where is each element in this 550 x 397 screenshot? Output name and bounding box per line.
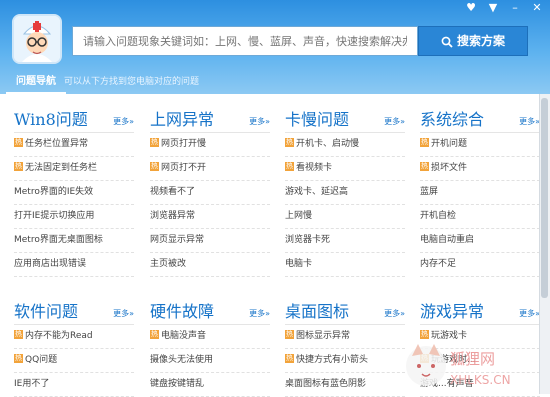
hot-badge-icon: 热 bbox=[150, 330, 159, 339]
favorite-icon[interactable]: ♥ bbox=[464, 2, 478, 14]
search-button-label: 搜索方案 bbox=[456, 34, 505, 48]
window-controls: ♥ ▼ – ✕ bbox=[464, 2, 544, 14]
tab-problem-navigation[interactable]: 问题导航 bbox=[6, 70, 66, 94]
category-title: 硬件故障 bbox=[150, 302, 215, 321]
list-item[interactable]: 热无法固定到任务栏 bbox=[14, 157, 134, 181]
search-input[interactable] bbox=[72, 26, 418, 56]
minimize-icon[interactable]: – bbox=[508, 2, 522, 14]
hot-badge-icon: 热 bbox=[150, 162, 159, 171]
more-link[interactable]: 更多» bbox=[519, 308, 540, 319]
category-title: 上网异常 bbox=[150, 110, 215, 129]
watermark-text-cn: 狐狸网 bbox=[450, 350, 495, 368]
more-link[interactable]: 更多» bbox=[384, 308, 405, 319]
watermark-text-en: XHLKS.CN bbox=[450, 373, 511, 387]
list-item[interactable]: Metro界面无桌面图标 bbox=[14, 229, 134, 253]
nav-hint-text: 可以从下方找到您电脑对应的问题 bbox=[64, 77, 200, 87]
hot-badge-icon: 热 bbox=[285, 162, 294, 171]
list-item[interactable]: 应用商店出现错误 bbox=[14, 253, 134, 277]
category-title: 卡慢问题 bbox=[285, 110, 350, 129]
list-item[interactable]: 热网页打不开 bbox=[150, 157, 270, 181]
category-system: 系统综合 更多» 热开机问题 热损坏文件 蓝屏 开机自检 电脑自动重启 内存不足 bbox=[420, 104, 540, 277]
hot-badge-icon: 热 bbox=[14, 330, 23, 339]
list-item[interactable]: 电脑卡 bbox=[285, 253, 405, 277]
list-item[interactable]: 游戏卡、延迟高 bbox=[285, 181, 405, 205]
close-icon[interactable]: ✕ bbox=[530, 2, 544, 14]
category-desktop-icons: 桌面图标 更多» 热图标显示异常 热快捷方式有小箭头 桌面图标有蓝色阴影 bbox=[285, 296, 405, 397]
category-internet: 上网异常 更多» 热网页打开慢 热网页打不开 视频看不了 浏览器异常 网页显示异常… bbox=[150, 104, 270, 277]
category-title: 桌面图标 bbox=[285, 302, 350, 321]
list-item[interactable]: 上网慢 bbox=[285, 205, 405, 229]
list-item[interactable]: 热任务栏位置异常 bbox=[14, 133, 134, 157]
list-item[interactable]: IE用不了 bbox=[14, 373, 134, 397]
list-item[interactable]: 网页显示异常 bbox=[150, 229, 270, 253]
nav-bar: 问题导航 可以从下方找到您电脑对应的问题 bbox=[0, 70, 550, 94]
category-win8: Win8问题 更多» 热任务栏位置异常 热无法固定到任务栏 Metro界面的IE失… bbox=[14, 104, 134, 277]
doctor-avatar-icon bbox=[12, 14, 62, 64]
menu-dropdown-icon[interactable]: ▼ bbox=[486, 2, 500, 14]
list-item[interactable]: 内存不足 bbox=[420, 253, 540, 277]
list-item[interactable]: 蓝屏 bbox=[420, 181, 540, 205]
hot-badge-icon: 热 bbox=[285, 138, 294, 147]
list-item[interactable]: 主页被改 bbox=[150, 253, 270, 277]
list-item[interactable]: 热电脑没声音 bbox=[150, 325, 270, 349]
list-item[interactable]: 热开机问题 bbox=[420, 133, 540, 157]
list-item[interactable]: 键盘按键错乱 bbox=[150, 373, 270, 397]
hot-badge-icon: 热 bbox=[285, 354, 294, 363]
watermark-logo: 狐狸网 XHLKS.CN bbox=[406, 344, 511, 387]
scrollbar-thumb[interactable] bbox=[541, 98, 548, 298]
list-item[interactable]: 热快捷方式有小箭头 bbox=[285, 349, 405, 373]
hot-badge-icon: 热 bbox=[420, 162, 429, 171]
app-header: ♥ ▼ – ✕ 搜索方案 问题导航 可以从下方找到您电脑对应的问题 bbox=[0, 0, 550, 94]
list-item[interactable]: 摄像头无法使用 bbox=[150, 349, 270, 373]
category-title: 系统综合 bbox=[420, 110, 485, 129]
list-item[interactable]: 打开IE提示切换应用 bbox=[14, 205, 134, 229]
list-item[interactable]: 浏览器异常 bbox=[150, 205, 270, 229]
list-item[interactable]: 热图标显示异常 bbox=[285, 325, 405, 349]
list-item[interactable]: Metro界面的IE失效 bbox=[14, 181, 134, 205]
more-link[interactable]: 更多» bbox=[113, 116, 134, 127]
category-hardware: 硬件故障 更多» 热电脑没声音 摄像头无法使用 键盘按键错乱 bbox=[150, 296, 270, 397]
search-button[interactable]: 搜索方案 bbox=[418, 26, 528, 56]
category-title: Win8问题 bbox=[14, 110, 88, 129]
category-software: 软件问题 更多» 热内存不能为Read 热 QQ问题 IE用不了 bbox=[14, 296, 134, 397]
category-slow: 卡慢问题 更多» 热开机卡、启动慢 热看视频卡 游戏卡、延迟高 上网慢 浏览器卡死… bbox=[285, 104, 405, 277]
search-icon bbox=[441, 36, 453, 48]
category-title: 软件问题 bbox=[14, 302, 79, 321]
list-item[interactable]: 热内存不能为Read bbox=[14, 325, 134, 349]
more-link[interactable]: 更多» bbox=[519, 116, 540, 127]
list-item[interactable]: 热开机卡、启动慢 bbox=[285, 133, 405, 157]
hot-badge-icon: 热 bbox=[14, 354, 23, 363]
hot-badge-icon: 热 bbox=[285, 330, 294, 339]
list-item[interactable]: 热网页打开慢 bbox=[150, 133, 270, 157]
list-item[interactable]: 电脑自动重启 bbox=[420, 229, 540, 253]
more-link[interactable]: 更多» bbox=[249, 308, 270, 319]
list-item[interactable]: 视频看不了 bbox=[150, 181, 270, 205]
more-link[interactable]: 更多» bbox=[249, 116, 270, 127]
hot-badge-icon: 热 bbox=[420, 138, 429, 147]
hot-badge-icon: 热 bbox=[14, 162, 23, 171]
category-title: 游戏异常 bbox=[420, 302, 485, 321]
more-link[interactable]: 更多» bbox=[113, 308, 134, 319]
hot-badge-icon: 热 bbox=[150, 138, 159, 147]
more-link[interactable]: 更多» bbox=[384, 116, 405, 127]
list-item[interactable]: 热看视频卡 bbox=[285, 157, 405, 181]
hot-badge-icon: 热 bbox=[14, 138, 23, 147]
list-item[interactable]: 热 QQ问题 bbox=[14, 349, 134, 373]
list-item[interactable]: 桌面图标有蓝色阴影 bbox=[285, 373, 405, 397]
list-item[interactable]: 热损坏文件 bbox=[420, 157, 540, 181]
list-item[interactable]: 开机自检 bbox=[420, 205, 540, 229]
list-item[interactable]: 浏览器卡死 bbox=[285, 229, 405, 253]
